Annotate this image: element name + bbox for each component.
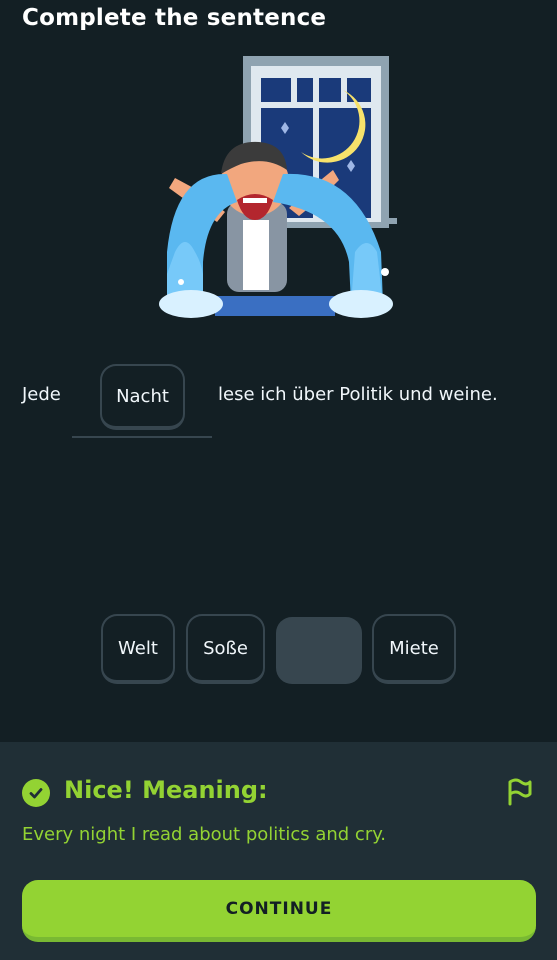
flag-icon[interactable]: [505, 776, 533, 808]
feedback-meaning-text: Every night I read about politics and cr…: [22, 824, 387, 845]
word-option-welt[interactable]: Welt: [101, 614, 175, 684]
check-icon: [22, 779, 50, 807]
sentence-word-before: Jede: [22, 384, 61, 405]
answer-chip-nacht[interactable]: Nacht: [100, 364, 185, 430]
crying-character-illustration: [155, 52, 405, 322]
word-option-sosse[interactable]: Soße: [186, 614, 265, 684]
sentence-word-after: lese ich über Politik und weine.: [218, 384, 498, 405]
feedback-heading: Nice! Meaning:: [64, 776, 268, 804]
sentence-line: Jede Nacht lese ich über Politik und wei…: [0, 360, 557, 450]
page-title: Complete the sentence: [22, 5, 327, 31]
word-option-miete[interactable]: Miete: [372, 614, 456, 684]
answer-blank-underline: [72, 436, 212, 438]
continue-button[interactable]: CONTINUE: [22, 880, 536, 942]
word-option-used-placeholder: [276, 617, 362, 684]
word-bank: Welt Soße Miete: [0, 614, 557, 684]
exercise-screen: Complete the sentence Jede Nacht lese ic…: [0, 0, 557, 960]
feedback-panel: Nice! Meaning: Every night I read about …: [0, 742, 557, 960]
